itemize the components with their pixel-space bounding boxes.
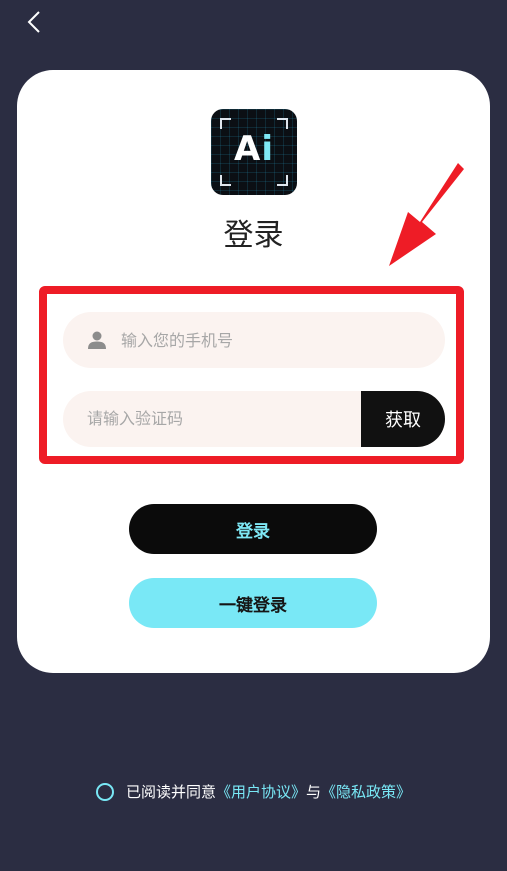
agreement-row: 已阅读并同意 《用户协议》 与 《隐私政策》 xyxy=(0,781,507,802)
logo-corner xyxy=(277,118,288,129)
phone-field[interactable] xyxy=(63,312,445,368)
red-arrow-icon xyxy=(389,163,464,266)
agreement-connector: 与 xyxy=(306,783,322,801)
code-input[interactable] xyxy=(85,408,349,429)
agree-radio[interactable] xyxy=(95,782,114,801)
login-button[interactable]: 登录 xyxy=(129,504,377,554)
privacy-policy-link[interactable]: 《隐私政策》 xyxy=(321,781,411,802)
user-icon xyxy=(87,330,107,350)
get-code-button[interactable]: 获取 xyxy=(361,391,445,447)
agreement-prefix: 已阅读并同意 xyxy=(125,783,216,801)
logo-text: Ai xyxy=(211,129,297,169)
logo-letter-a: A xyxy=(234,129,262,169)
logo-letter-i: i xyxy=(261,129,274,169)
logo-corner xyxy=(220,175,231,186)
phone-input[interactable] xyxy=(119,329,423,351)
logo-corner xyxy=(277,175,288,186)
user-agreement-link[interactable]: 《用户协议》 xyxy=(216,781,306,802)
back-button[interactable] xyxy=(22,8,46,36)
app-logo: Ai xyxy=(211,109,297,195)
quick-login-button[interactable]: 一键登录 xyxy=(129,578,377,628)
chevron-left-icon xyxy=(27,11,40,33)
logo-corner xyxy=(220,118,231,129)
